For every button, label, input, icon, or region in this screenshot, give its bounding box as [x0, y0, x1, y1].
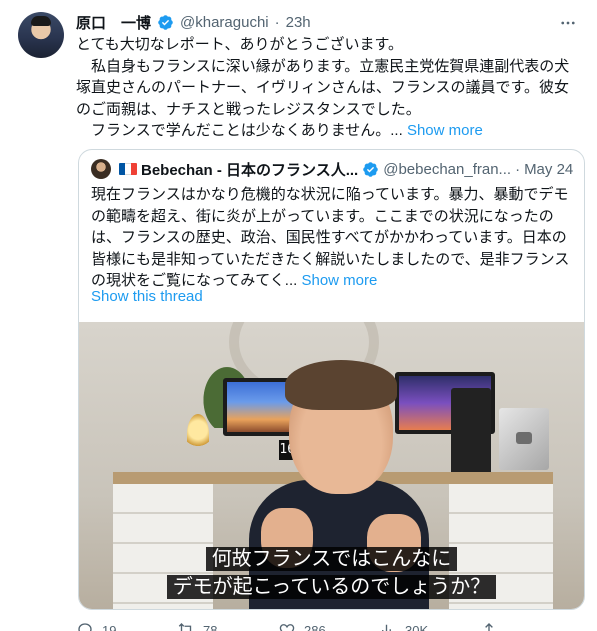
video-thumbnail[interactable]: 16:13 何故フランスではこんなに デモが起こっているのでしょうか？ — [79, 322, 584, 609]
retweet-button[interactable]: 78 — [177, 620, 278, 631]
separator: · — [515, 160, 521, 178]
quoted-show-more-link[interactable]: Show more — [301, 272, 377, 289]
subtitle-line-1: 何故フランスではこんなに — [79, 546, 584, 572]
quoted-tweet-text: 現在フランスはかなり危機的な状況に陥っています。暴力、暴動でデモの範疇を超え、街… — [91, 184, 573, 292]
verified-badge-icon — [363, 161, 378, 177]
tweet-paragraph: とても大切なレポート、ありがとうございます。 — [76, 36, 404, 53]
france-flag-icon — [119, 163, 137, 175]
author-avatar[interactable] — [18, 12, 64, 58]
separator: · — [274, 13, 280, 31]
tweet-header: 原口 一博 @kharaguchi · 23h — [76, 12, 311, 32]
show-thread-link[interactable]: Show this thread — [91, 288, 203, 305]
quoted-author-name: Bebechan - 日本のフランス人... — [141, 161, 359, 179]
retweet-count: 78 — [203, 622, 218, 631]
show-more-link[interactable]: Show more — [407, 122, 483, 139]
subtitle-line-2: デモが起こっているのでしょうか？ — [79, 574, 584, 600]
action-bar: 19 78 286 30K — [76, 620, 581, 631]
subtitle-text-2: デモが起こっているのでしょうか？ — [166, 575, 497, 599]
presenter-hair — [285, 360, 397, 410]
quoted-tweet-header: Bebechan - 日本のフランス人... @bebechan_fran...… — [91, 158, 573, 180]
lamp — [187, 414, 209, 454]
tweet-paragraph-text: フランスで学んだことは少なくありません。... — [76, 122, 407, 139]
views-button[interactable]: 30K — [379, 620, 480, 631]
flag-stripe-red — [131, 163, 137, 175]
tweet[interactable]: 原口 一博 @kharaguchi · 23h とても大切なレポート、ありがとう… — [0, 0, 597, 631]
like-button[interactable]: 286 — [278, 620, 379, 631]
author-name[interactable]: 原口 一博 — [76, 12, 151, 33]
like-count: 286 — [304, 622, 326, 631]
reply-count: 19 — [102, 622, 117, 631]
views-count: 30K — [405, 622, 429, 631]
tweet-paragraph: フランスで学んだことは少なくありません。... Show more — [76, 120, 581, 142]
author-handle[interactable]: @kharaguchi — [180, 14, 269, 31]
share-icon — [485, 623, 493, 631]
play-button-plaque — [499, 408, 549, 470]
reply-button[interactable]: 19 — [76, 620, 177, 631]
analytics-icon — [382, 624, 391, 631]
quoted-author-handle: @bebechan_fran... — [383, 160, 512, 178]
quoted-tweet-date: May 24 — [524, 160, 574, 178]
pc-tower — [451, 388, 491, 476]
more-options-icon[interactable] — [559, 14, 577, 32]
tweet-time[interactable]: 23h — [286, 14, 311, 31]
share-button[interactable] — [480, 620, 581, 631]
tweet-paragraph: 私自身もフランスに深い縁があります。立憲民主党佐賀県連副代表の犬塚直史さんのパー… — [76, 57, 570, 118]
reply-icon — [78, 623, 92, 631]
verified-badge-icon — [158, 14, 173, 30]
subtitle-text-1: 何故フランスではこんなに — [205, 547, 458, 571]
quoted-author-avatar — [91, 159, 111, 179]
retweet-icon — [178, 623, 192, 631]
heart-icon — [279, 624, 295, 631]
tweet-text: とても大切なレポート、ありがとうございます。 私自身もフランスに深い縁があります… — [76, 34, 581, 142]
quoted-tweet[interactable]: Bebechan - 日本のフランス人... @bebechan_fran...… — [78, 149, 585, 610]
